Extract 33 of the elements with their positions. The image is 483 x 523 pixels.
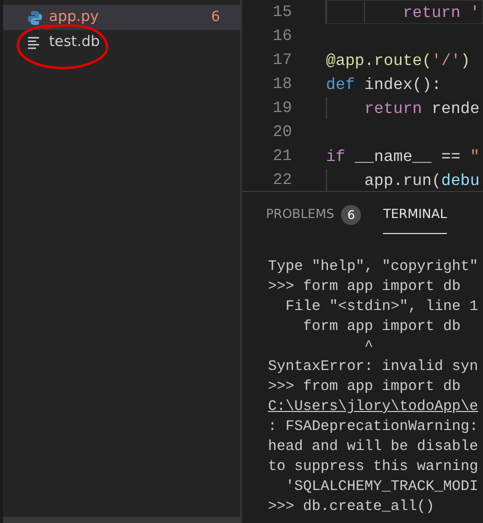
code-line: def index(): xyxy=(325,75,442,96)
terminal-line: File "<stdin>", line 1 xyxy=(284,298,480,317)
line-number: 15 xyxy=(272,2,292,23)
terminal-line: Type "help", "copyright" xyxy=(268,258,480,277)
code-line: @app.route('/') xyxy=(325,51,472,72)
line-number: 22 xyxy=(272,170,292,191)
line-number: 17 xyxy=(272,50,292,71)
terminal-line: >>> db.create_all() xyxy=(268,498,436,517)
file-link[interactable]: C:\Users\jlory\todoApp\e xyxy=(268,397,483,417)
terminal-line: to suppress this warning xyxy=(268,458,480,477)
code-line: app.run(debu xyxy=(325,168,483,192)
terminal-line: >>> form app import db xyxy=(268,278,462,297)
terminal-line: head and will be disable xyxy=(268,438,480,457)
line-number: 16 xyxy=(272,26,292,47)
terminal-line: 'SQLALCHEMY_TRACK_MODI xyxy=(284,478,480,497)
line-number: 18 xyxy=(272,74,292,95)
line-number: 21 xyxy=(272,146,292,167)
line-number: 20 xyxy=(272,122,292,143)
terminal-line: form app import db xyxy=(302,318,462,337)
line-number: 19 xyxy=(272,98,292,119)
terminal-line: SyntaxError: invalid syn xyxy=(268,358,480,377)
code-line: return rende xyxy=(325,96,483,120)
panel-tab[interactable]: PROBLEMS 6 xyxy=(266,192,362,238)
file-item[interactable]: app.py 6 xyxy=(3,5,240,30)
error-count: 6 xyxy=(211,8,221,27)
file-item[interactable]: test.db xyxy=(3,30,240,55)
terminal-line: ^ xyxy=(363,338,374,357)
code-line: if __name__ == " xyxy=(325,147,481,168)
python-icon xyxy=(27,10,43,26)
panel-tab[interactable]: TERMINAL xyxy=(383,192,447,238)
terminal-line: : FSADeprecationWarning: xyxy=(268,418,480,437)
count-badge: 6 xyxy=(341,204,362,224)
terminal-line: >>> from app import db xyxy=(268,378,462,397)
